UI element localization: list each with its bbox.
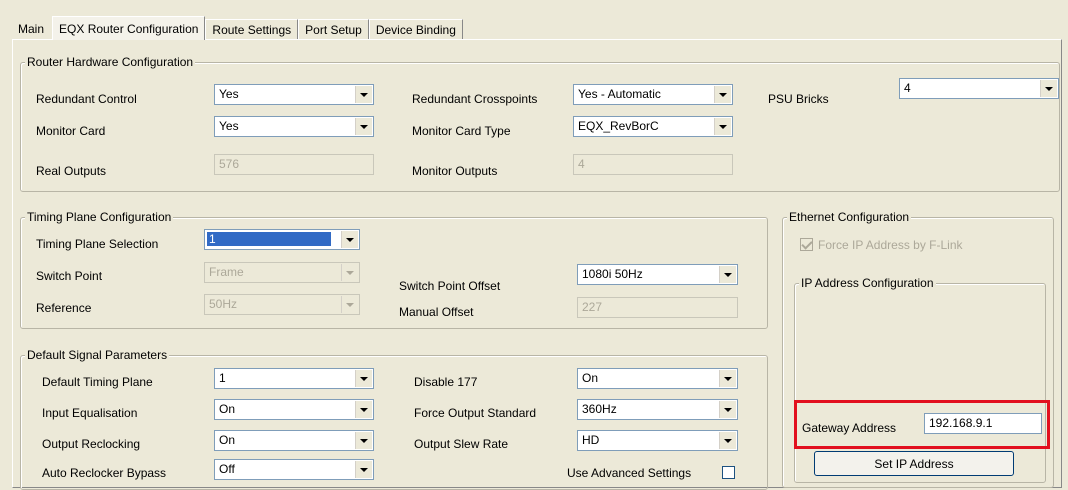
disable-177-select[interactable]: On (577, 368, 738, 389)
psu-bricks-label: PSU Bricks (768, 92, 829, 106)
chevron-down-icon[interactable] (719, 370, 736, 387)
redundant-crosspoints-label: Redundant Crosspoints (412, 92, 538, 106)
chevron-down-icon[interactable] (355, 86, 372, 103)
switch-point-offset-label: Switch Point Offset (399, 279, 501, 293)
default-signal-title: Default Signal Parameters (25, 348, 170, 362)
switch-point-select: Frame (204, 262, 360, 283)
switch-point-offset-value: 1080i 50Hz (582, 267, 643, 281)
manual-offset-label: Manual Offset (399, 305, 474, 319)
ethernet-title: Ethernet Configuration (787, 210, 912, 224)
chevron-down-icon[interactable] (341, 231, 358, 248)
set-ip-address-button[interactable]: Set IP Address (814, 451, 1014, 476)
timing-plane-selection-value: 1 (207, 232, 331, 246)
tab-strip: Main EQX Router Configuration Route Sett… (14, 16, 463, 40)
monitor-card-type-label: Monitor Card Type (412, 124, 511, 138)
monitor-card-type-select[interactable]: EQX_RevBorC (573, 116, 733, 137)
chevron-down-icon[interactable] (1040, 80, 1057, 97)
input-equalisation-value: On (219, 402, 236, 416)
chevron-down-icon[interactable] (355, 118, 372, 135)
chevron-down-icon[interactable] (355, 370, 372, 387)
disable-177-label: Disable 177 (414, 375, 478, 389)
force-ip-label: Force IP Address by F-Link (818, 238, 963, 252)
force-output-standard-select[interactable]: 360Hz (577, 399, 738, 420)
chevron-down-icon[interactable] (355, 461, 372, 478)
timing-plane-title: Timing Plane Configuration (25, 210, 174, 224)
psu-bricks-value: 4 (904, 81, 911, 95)
chevron-down-icon[interactable] (719, 432, 736, 449)
auto-reclocker-bypass-label: Auto Reclocker Bypass (42, 466, 167, 480)
chevron-down-icon[interactable] (719, 401, 736, 418)
chevron-down-icon (341, 296, 358, 313)
real-outputs-label: Real Outputs (36, 164, 107, 178)
output-reclocking-select[interactable]: On (214, 430, 374, 451)
redundant-control-select[interactable]: Yes (214, 84, 374, 105)
chevron-down-icon[interactable] (719, 266, 736, 283)
switch-point-offset-select[interactable]: 1080i 50Hz (577, 264, 738, 285)
tab-eqx-router-configuration[interactable]: EQX Router Configuration (52, 16, 206, 40)
redundant-crosspoints-value: Yes - Automatic (578, 87, 661, 101)
chevron-down-icon[interactable] (714, 118, 731, 135)
auto-reclocker-bypass-value: Off (219, 462, 235, 476)
force-ip-checkbox (800, 238, 813, 251)
redundant-control-value: Yes (219, 87, 239, 101)
reference-label: Reference (36, 301, 92, 315)
monitor-card-label: Monitor Card (36, 124, 106, 138)
manual-offset-field: 227 (577, 297, 738, 318)
reference-select: 50Hz (204, 294, 360, 315)
timing-plane-selection-select[interactable]: 1 (204, 229, 360, 250)
switch-point-label: Switch Point (36, 269, 103, 283)
use-advanced-settings-checkbox[interactable] (722, 466, 735, 479)
monitor-card-select[interactable]: Yes (214, 116, 374, 137)
auto-reclocker-bypass-select[interactable]: Off (214, 459, 374, 480)
psu-bricks-select[interactable]: 4 (899, 78, 1059, 99)
use-advanced-settings-label: Use Advanced Settings (567, 466, 692, 480)
tab-port-setup[interactable]: Port Setup (298, 19, 369, 40)
reference-value: 50Hz (209, 297, 238, 311)
gateway-highlight-box (794, 400, 1050, 449)
default-timing-plane-value: 1 (219, 371, 226, 385)
tab-device-binding[interactable]: Device Binding (368, 19, 463, 40)
chevron-down-icon[interactable] (714, 86, 731, 103)
redundant-crosspoints-select[interactable]: Yes - Automatic (573, 84, 733, 105)
chevron-down-icon[interactable] (355, 401, 372, 418)
output-reclocking-label: Output Reclocking (42, 437, 141, 451)
ip-address-config-title: IP Address Configuration (799, 276, 936, 290)
redundant-control-label: Redundant Control (36, 92, 137, 106)
output-slew-rate-value: HD (582, 433, 600, 447)
router-hardware-title: Router Hardware Configuration (25, 55, 196, 69)
force-output-standard-label: Force Output Standard (414, 406, 537, 420)
input-equalisation-select[interactable]: On (214, 399, 374, 420)
real-outputs-field: 576 (214, 154, 374, 175)
monitor-card-type-value: EQX_RevBorC (578, 119, 659, 133)
chevron-down-icon[interactable] (355, 432, 372, 449)
input-equalisation-label: Input Equalisation (42, 406, 138, 420)
monitor-outputs-label: Monitor Outputs (412, 164, 498, 178)
switch-point-value: Frame (209, 265, 244, 279)
output-reclocking-value: On (219, 433, 236, 447)
monitor-card-value: Yes (219, 119, 239, 133)
tab-route-settings[interactable]: Route Settings (205, 19, 299, 40)
tab-main[interactable]: Main (14, 19, 53, 40)
output-slew-rate-select[interactable]: HD (577, 430, 738, 451)
output-slew-rate-label: Output Slew Rate (414, 437, 509, 451)
default-timing-plane-select[interactable]: 1 (214, 368, 374, 389)
default-timing-plane-label: Default Timing Plane (42, 375, 153, 389)
timing-plane-selection-label: Timing Plane Selection (36, 237, 159, 251)
force-output-standard-value: 360Hz (582, 402, 617, 416)
disable-177-value: On (582, 371, 599, 385)
chevron-down-icon (341, 264, 358, 281)
monitor-outputs-field: 4 (573, 154, 733, 175)
